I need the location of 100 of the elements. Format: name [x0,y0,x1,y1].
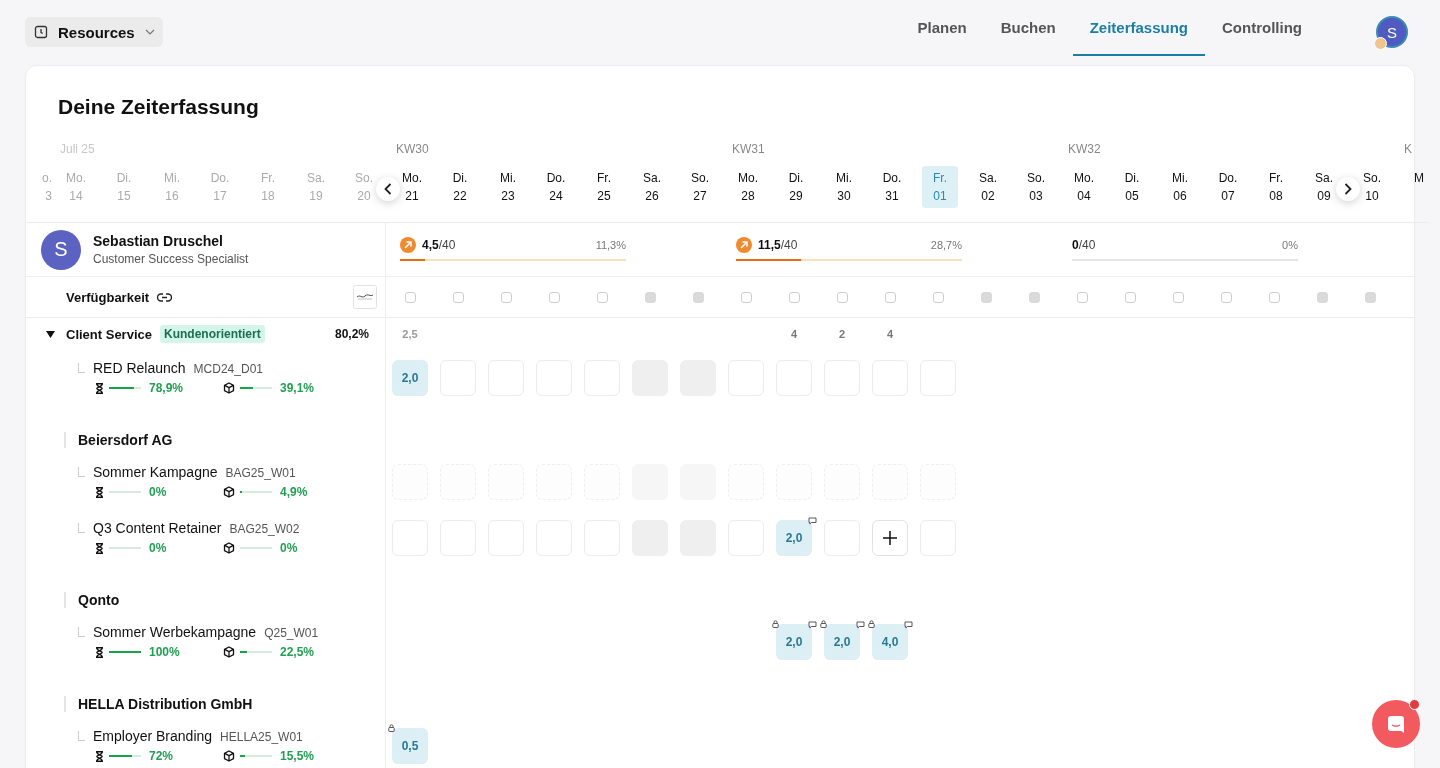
day-header[interactable]: Mo. 04 [1074,166,1094,208]
time-percent: 78,9% [148,381,185,395]
project-code: MCD24_D01 [193,362,263,376]
availability-checkbox[interactable] [596,291,608,303]
availability-checkbox[interactable] [788,291,800,303]
availability-checkbox[interactable] [740,291,752,303]
user-avatar[interactable]: S [1376,16,1408,48]
project-name: Q3 Content Retainer [93,520,222,536]
day-header[interactable]: Mi. 06 [1172,166,1188,208]
availability-checkbox[interactable] [1364,291,1376,303]
day-header[interactable]: Di. 22 [452,166,468,208]
status-badge-icon [1374,37,1387,50]
availability-checkbox[interactable] [836,291,848,303]
budget-percent: 15,5% [279,749,316,763]
day-header[interactable]: Mo. 21 [402,166,422,208]
next-button[interactable] [1336,177,1360,201]
availability-checkbox[interactable] [404,291,416,303]
day-header[interactable]: Mi. 23 [500,166,516,208]
time-entry[interactable]: 2,0 [776,624,812,660]
week-label: KW30 [395,142,429,156]
availability-checkbox[interactable] [548,291,560,303]
day-header[interactable]: M [1396,166,1428,208]
day-total: 4 [886,328,894,340]
day-header[interactable]: So. 10 [1363,166,1381,208]
day-header[interactable]: Sa. 02 [979,166,997,208]
time-entry[interactable]: 0,5 [392,728,428,764]
week-percent: 11,3% [595,239,626,251]
week-hours: 11,5/40 [758,238,798,252]
availability-checkbox[interactable] [1028,291,1040,303]
availability-checkbox[interactable] [452,291,464,303]
day-header[interactable]: Do. 31 [882,166,902,208]
availability-checkbox[interactable] [1316,291,1328,303]
cube-icon [223,750,235,762]
add-entry-button[interactable] [872,520,908,556]
availability-checkbox[interactable] [1220,291,1232,303]
nav-tab[interactable]: Buchen [983,0,1073,56]
budget-percent: 39,1% [279,381,316,395]
week-hours: 0/40 [1072,238,1096,252]
time-entry[interactable]: 2,0 [392,360,428,396]
nav-tab[interactable]: Zeiterfassung [1072,0,1205,56]
availability-checkbox[interactable] [500,291,512,303]
week-percent: 28,7% [930,239,962,251]
availability-checkbox[interactable] [980,291,992,303]
availability-checkbox[interactable] [884,291,896,303]
availability-checkbox[interactable] [692,291,704,303]
group-tag: Kundenorientiert [160,325,265,343]
group-percent: 80,2% [334,327,369,341]
project-code: BAG25_W01 [225,466,296,480]
day-header[interactable]: Do. 24 [546,166,566,208]
day-total: 2 [838,328,846,340]
time-entry[interactable]: 2,0 [824,624,860,660]
nav-tab[interactable]: Controlling [1205,0,1319,56]
day-header[interactable]: Fr. 08 [1269,166,1283,208]
day-header[interactable]: Sa. 26 [643,166,661,208]
availability-checkbox[interactable] [1268,291,1280,303]
day-header[interactable]: Do. 07 [1218,166,1238,208]
availability-checkbox[interactable] [1172,291,1184,303]
trend-up-icon [736,237,752,253]
day-header[interactable]: Fr. 25 [597,166,611,208]
availability-checkbox[interactable] [1124,291,1136,303]
day-header[interactable]: So. 27 [691,166,709,208]
time-percent: 0% [148,541,168,555]
client-name: Qonto [78,592,120,608]
time-entry[interactable]: 2,0 [776,520,812,556]
availability-checkbox[interactable] [932,291,944,303]
budget-percent: 0% [279,541,299,555]
week-label: K [1403,142,1412,156]
nav-tab[interactable]: Planen [900,0,984,56]
chevron-right-icon [1344,183,1352,195]
availability-checkbox[interactable] [644,291,656,303]
link-icon[interactable] [157,292,173,302]
budget-percent: 22,5% [279,645,316,659]
previous-button[interactable] [376,177,400,201]
plus-icon [883,531,897,545]
day-total: 2,5 [402,328,418,340]
day-header[interactable]: So. 03 [1027,166,1045,208]
chevron-left-icon [384,183,392,195]
cube-icon [223,542,235,554]
week-hours: 4,5/40 [422,238,456,252]
week-label: KW32 [1067,142,1101,156]
project-code: Q25_W01 [264,626,319,640]
time-entry[interactable]: 4,0 [872,624,908,660]
hourglass-icon [95,486,104,498]
project-name: Sommer Kampagne [93,464,218,480]
day-total: 4 [790,328,798,340]
availability-checkbox[interactable] [1076,291,1088,303]
day-header[interactable]: Sa. 09 [1315,166,1333,208]
project-code: HELLA25_W01 [220,730,303,744]
day-header[interactable]: Mo. 28 [738,166,758,208]
clock-icon [34,25,48,39]
project-code: BAG25_W02 [229,522,300,536]
hourglass-icon [95,382,104,394]
client-name: Beiersdorf AG [78,432,173,448]
day-header[interactable]: Mi. 30 [836,166,852,208]
day-header[interactable]: Di. 05 [1124,166,1140,208]
budget-percent: 4,9% [279,485,309,499]
resources-button[interactable]: Resources [25,17,163,47]
day-header[interactable]: Di. 29 [788,166,804,208]
expand-caret-icon[interactable] [46,330,55,338]
chevron-down-icon [144,29,155,35]
